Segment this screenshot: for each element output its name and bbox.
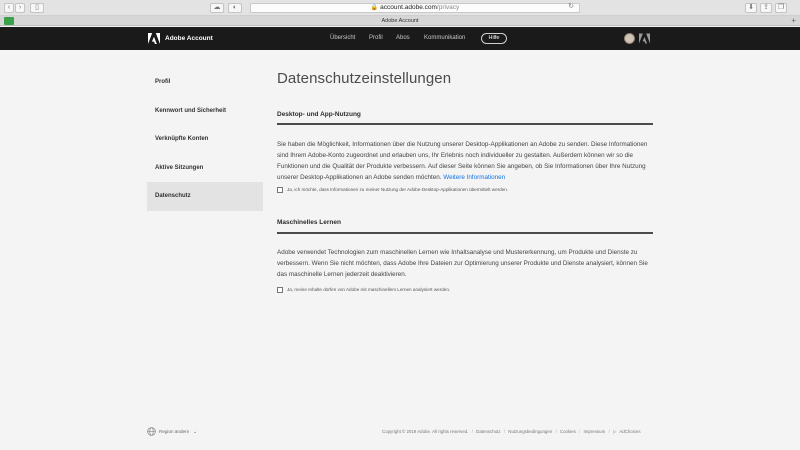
footer-links: Copyright © 2018 Adobe. All rights reser…	[382, 427, 654, 437]
separator: /	[579, 429, 581, 434]
nav-overview[interactable]: Übersicht	[330, 27, 355, 50]
address-bar[interactable]: 🔒 account.adobe.com/privacy	[250, 3, 580, 13]
url-path: /privacy	[436, 4, 460, 11]
lock-icon: 🔒	[370, 5, 379, 11]
tab-title[interactable]: Adobe Account	[0, 16, 800, 26]
new-tab-icon[interactable]: +	[791, 16, 796, 26]
desktop-usage-checkbox-label[interactable]: Ja, ich möchte, dass Informationen zu me…	[287, 186, 508, 194]
footer-link-privacy[interactable]: Datenschutz	[476, 429, 500, 434]
adobe-logo-icon[interactable]	[148, 33, 160, 44]
download-icon[interactable]: ⬇	[745, 3, 757, 13]
sidebar-item-active-sessions[interactable]: Aktive Sitzungen	[147, 154, 263, 183]
sidebar-item-privacy[interactable]: Datenschutz	[147, 182, 263, 211]
tabs-overview-icon[interactable]: ❐	[775, 3, 787, 13]
reload-icon[interactable]: ↻	[566, 3, 576, 13]
apps-switcher-icon[interactable]	[639, 33, 650, 44]
machine-learning-checkbox-label[interactable]: Ja, meine Inhalte dürfen von Adobe mit m…	[287, 286, 450, 294]
url-host: account.adobe.com	[380, 4, 437, 11]
chevron-down-icon: ⌄	[193, 429, 198, 435]
globe-icon	[147, 427, 156, 436]
separator: /	[608, 429, 610, 434]
sidebar-item-password-security[interactable]: Kennwort und Sicherheit	[147, 97, 263, 126]
copyright-text: Copyright © 2018 Adobe. All rights reser…	[382, 429, 469, 434]
desktop-usage-description: Sie haben die Möglichkeit, Informationen…	[277, 139, 655, 183]
footer-link-terms[interactable]: Nutzungsbedingungen	[508, 429, 552, 434]
section-divider	[277, 232, 653, 234]
region-label[interactable]: Region ändern	[159, 427, 189, 437]
adchoices-icon: ▷	[612, 429, 617, 434]
footer-link-adchoices[interactable]: AdChoices	[619, 429, 640, 434]
share-icon[interactable]: ⇪	[760, 3, 772, 13]
separator: /	[503, 429, 506, 434]
privacy-shield-icon[interactable]: ◐	[228, 3, 242, 13]
more-info-link[interactable]: Weitere Informationen	[443, 174, 505, 181]
separator: /	[555, 429, 557, 434]
page-title: Datenschutzeinstellungen	[277, 70, 452, 87]
sidebar-item-profile[interactable]: Profil	[147, 68, 263, 97]
sidebar-toggle-icon[interactable]: ▯	[30, 3, 44, 13]
footer-link-cookies[interactable]: Cookies	[560, 429, 576, 434]
section-divider	[277, 123, 653, 125]
machine-learning-description: Adobe verwendet Technologien zum maschin…	[277, 249, 648, 278]
desktop-usage-checkbox[interactable]	[277, 187, 283, 193]
help-button[interactable]: Hilfe	[481, 33, 507, 44]
brand-title[interactable]: Adobe Account	[165, 27, 213, 50]
separator: /	[471, 429, 473, 434]
back-button[interactable]: ‹	[4, 3, 14, 13]
footer-link-imprint[interactable]: Impressum	[584, 429, 606, 434]
cloud-icon[interactable]: ☁	[210, 3, 224, 13]
sidebar-item-linked-accounts[interactable]: Verknüpfte Konten	[147, 125, 263, 154]
avatar[interactable]	[624, 33, 635, 44]
section-heading-desktop-usage: Desktop- und App-Nutzung	[277, 111, 361, 118]
section-heading-machine-learning: Maschinelles Lernen	[277, 219, 341, 226]
nav-profile[interactable]: Profil	[369, 27, 383, 50]
browser-toolbar: ‹ › ▯ ☁ ◐ 🔒 account.adobe.com/privacy ↻ ⬇…	[0, 0, 800, 16]
nav-communication[interactable]: Kommunikation	[424, 27, 465, 50]
forward-button[interactable]: ›	[15, 3, 25, 13]
sidebar: Profil Kennwort und Sicherheit Verknüpft…	[147, 68, 263, 211]
main-content: Datenschutzeinstellungen Desktop- und Ap…	[277, 68, 653, 293]
tab-bar: Adobe Account +	[0, 16, 800, 26]
machine-learning-checkbox[interactable]	[277, 287, 283, 293]
app-header: Adobe Account Übersicht Profil Abos Komm…	[0, 27, 800, 50]
nav-plans[interactable]: Abos	[396, 27, 410, 50]
